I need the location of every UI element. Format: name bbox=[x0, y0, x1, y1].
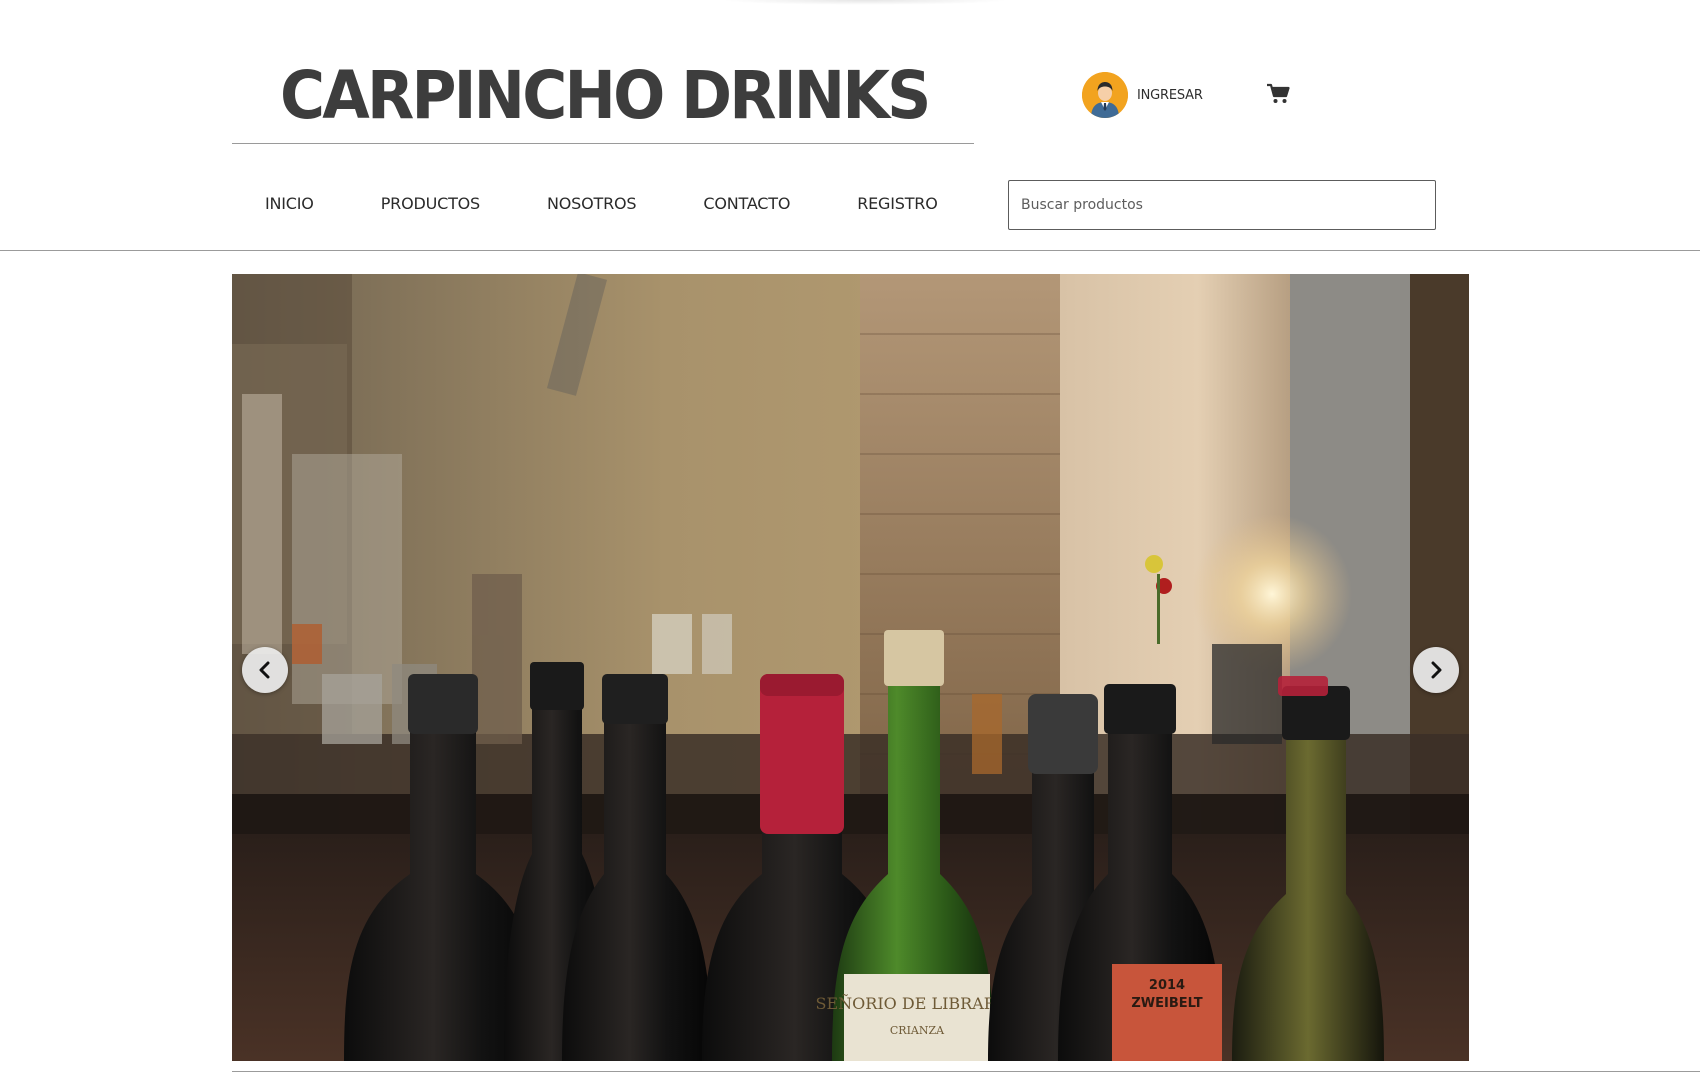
hero-carousel[interactable]: SEÑORIO DE LIBRARES CRIANZA 2014 ZWEIBEL… bbox=[232, 274, 1469, 1061]
brand-title[interactable]: CARPINCHO DRINKS bbox=[280, 58, 931, 134]
header-divider bbox=[0, 250, 1700, 251]
login-link[interactable]: INGRESAR bbox=[1082, 72, 1203, 118]
green-bottle-sublabel: CRIANZA bbox=[890, 1024, 945, 1037]
red-label-name: ZWEIBELT bbox=[1131, 996, 1202, 1011]
red-label-year: 2014 bbox=[1149, 978, 1185, 993]
carousel-prev-button[interactable] bbox=[242, 647, 288, 693]
chevron-right-icon bbox=[1431, 661, 1442, 679]
brand-block: CARPINCHO DRINKS bbox=[232, 56, 974, 144]
top-shadow bbox=[720, 0, 1010, 5]
search-input[interactable] bbox=[1008, 180, 1436, 230]
user-avatar-icon[interactable] bbox=[1082, 72, 1128, 118]
shopping-cart-icon[interactable] bbox=[1266, 83, 1290, 105]
chevron-left-icon bbox=[259, 661, 270, 679]
nav-item-contacto[interactable]: CONTACTO bbox=[703, 194, 790, 213]
nav-item-productos[interactable]: PRODUCTOS bbox=[381, 194, 480, 213]
carousel-next-button[interactable] bbox=[1413, 647, 1459, 693]
main-nav: INICIO PRODUCTOS NOSOTROS CONTACTO REGIS… bbox=[232, 186, 938, 220]
login-label[interactable]: INGRESAR bbox=[1137, 88, 1203, 103]
nav-item-inicio[interactable]: INICIO bbox=[265, 194, 314, 213]
bottom-divider bbox=[232, 1071, 1700, 1072]
green-bottle-label: SEÑORIO DE LIBRARES bbox=[816, 993, 1019, 1013]
nav-item-registro[interactable]: REGISTRO bbox=[857, 194, 938, 213]
carousel-slide-image: SEÑORIO DE LIBRARES CRIANZA 2014 ZWEIBEL… bbox=[232, 274, 1469, 1061]
nav-item-nosotros[interactable]: NOSOTROS bbox=[547, 194, 637, 213]
